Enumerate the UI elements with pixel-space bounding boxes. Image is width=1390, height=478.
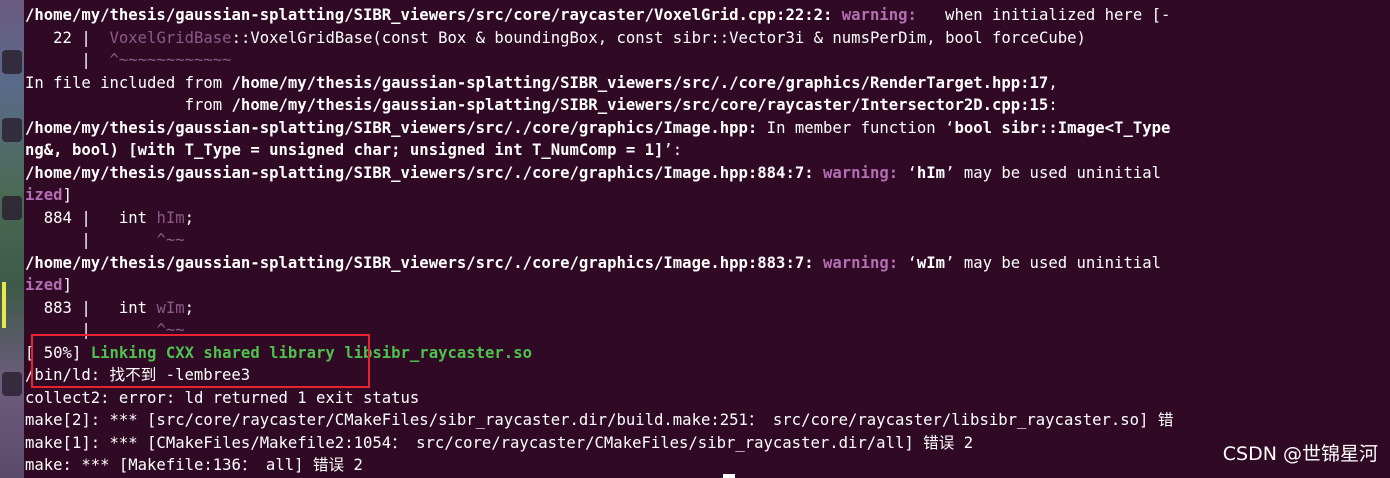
- terminal-text-segment: make: *** [Makefile:136: [25, 456, 241, 474]
- terminal-line: 883 | int wIm;: [25, 297, 194, 319]
- terminal-text-segment: ^~~~~~~~~~~~~: [109, 51, 232, 69]
- terminal-line: /home/my/thesis/gaussian-splatting/SIBR_…: [25, 162, 1161, 184]
- terminal-text-segment: from: [25, 96, 232, 114]
- terminal-text-segment: 884 | int: [25, 208, 157, 227]
- terminal-text-segment: /home/my/thesis/gaussian-splatting/SIBR_…: [231, 96, 1049, 114]
- terminal-text-segment: ::VoxelGridBase(const Box & boundingBox,…: [231, 28, 1086, 47]
- terminal-text-segment: when initialized here [-: [916, 6, 1171, 24]
- terminal-text-segment: ]: [62, 186, 72, 204]
- terminal-text-segment: 883 | int: [25, 298, 157, 317]
- terminal-text-segment: ,: [1048, 73, 1058, 92]
- terminal-text-segment: ’:: [663, 141, 683, 159]
- terminal-text-segment: ’ may be used uninitial: [945, 163, 1161, 182]
- terminal-line: ized]: [25, 274, 72, 296]
- terminal-text-segment: |: [25, 51, 110, 69]
- terminal-line: ized]: [25, 184, 72, 206]
- terminal-text-segment: ：: [240, 456, 257, 474]
- terminal-line: /home/my/thesis/gaussian-splatting/SIBR_…: [25, 252, 1161, 274]
- watermark: CSDN @世锦星河: [1216, 440, 1384, 468]
- terminal-text-segment: hIm: [916, 163, 946, 182]
- terminal-line: | ^~~~~~~~~~~~~: [25, 49, 232, 71]
- terminal-line: from /home/my/thesis/gaussian-splatting/…: [25, 94, 1058, 116]
- terminal-text-segment: ：: [747, 411, 764, 429]
- terminal-text-segment: ized: [25, 186, 63, 204]
- terminal-text-segment: /home/my/thesis/gaussian-splatting/SIBR_…: [25, 118, 758, 137]
- terminal-text-segment: :: [1048, 96, 1058, 114]
- terminal-text-segment: src/core/raycaster/libsibr_raycaster.so]: [763, 411, 1158, 429]
- terminal-text-segment: collect2: error: ld returned 1 exit stat…: [25, 388, 420, 407]
- terminal-text-segment: make[2]: *** [src/core/raycaster/CMakeFi…: [25, 411, 748, 429]
- terminal-text-segment: ’ may be used uninitial: [945, 253, 1161, 272]
- terminal-text-segment: /home/my/thesis/gaussian-splatting/SIBR_…: [25, 253, 823, 272]
- terminal-output[interactable]: /home/my/thesis/gaussian-splatting/SIBR_…: [25, 0, 1390, 478]
- terminal-text-segment: warning:: [823, 163, 899, 182]
- terminal-text-segment: In member function ‘: [757, 118, 955, 137]
- terminal-text-segment: ;: [184, 208, 194, 227]
- terminal-text-segment: /home/my/thesis/gaussian-splatting/SIBR_…: [25, 163, 823, 182]
- terminal-text-segment: VoxelGridBase: [109, 28, 232, 47]
- terminal-line: /home/my/thesis/gaussian-splatting/SIBR_…: [25, 117, 1170, 139]
- terminal-text-segment: 22 |: [25, 28, 110, 47]
- terminal-text-segment: ]: [62, 276, 72, 294]
- terminal-line: 22 | VoxelGridBase::VoxelGridBase(const …: [25, 27, 1086, 49]
- terminal-text-segment: warning:: [823, 253, 899, 272]
- terminal-text-segment: ;: [184, 298, 194, 317]
- terminal-line: make: *** [Makefile:136： all] 错误 2: [25, 454, 363, 476]
- terminal-text-segment: 错误: [312, 456, 345, 474]
- terminal-text-segment: ‘: [898, 163, 917, 182]
- dock-app-icon[interactable]: [2, 196, 22, 220]
- terminal-line: 884 | int hIm;: [25, 207, 194, 229]
- error-highlight-box: [31, 334, 370, 388]
- terminal-text-segment: src/core/raycaster/CMakeFiles/sibr_rayca…: [406, 433, 924, 452]
- terminal-text-segment: wIm: [916, 253, 946, 272]
- terminal-text-segment: /home/my/thesis/gaussian-splatting/SIBR_…: [25, 6, 842, 24]
- terminal-text-segment: make[1]: *** [CMakeFiles/Makefile2:1054: [25, 433, 392, 452]
- dock-app-icon[interactable]: [2, 118, 22, 142]
- dock-app-icon[interactable]: [2, 372, 22, 396]
- terminal-text-segment: hIm: [156, 208, 185, 227]
- terminal-text-segment: all]: [256, 456, 313, 474]
- terminal-text-segment: 错误: [923, 433, 955, 452]
- terminal-text-segment: In file included from: [25, 73, 232, 92]
- terminal-text-segment: ng&, bool) [with T_Type = unsigned char;…: [25, 141, 664, 159]
- terminal-text-segment: 错: [1157, 411, 1174, 429]
- dock-app-icon[interactable]: [2, 50, 22, 74]
- terminal-text-segment: ^~~: [156, 231, 185, 249]
- terminal-text-segment: ‘: [898, 253, 917, 272]
- terminal-text-segment: wIm: [156, 298, 185, 317]
- terminal-line: /home/my/thesis/gaussian-splatting/SIBR_…: [25, 4, 1170, 26]
- terminal-line: collect2: error: ld returned 1 exit stat…: [25, 387, 419, 409]
- terminal-text-segment: warning:: [841, 6, 917, 24]
- terminal-text-segment: ized: [25, 276, 63, 294]
- terminal-line: ng&, bool) [with T_Type = unsigned char;…: [25, 139, 682, 161]
- terminal-text-segment: 2: [954, 433, 974, 452]
- terminal-text-segment: ：: [391, 433, 407, 452]
- dock-active-indicator: [2, 282, 6, 328]
- terminal-line: | ^~~: [25, 229, 185, 251]
- app-dock: [0, 0, 24, 478]
- terminal-text-segment: |: [25, 231, 157, 249]
- terminal-line: In file included from /home/my/thesis/ga…: [25, 72, 1058, 94]
- terminal-line: make[2]: *** [src/core/raycaster/CMakeFi…: [25, 409, 1173, 431]
- text-cursor: [723, 474, 735, 478]
- terminal-text-segment: 2: [344, 456, 363, 474]
- terminal-line: make[1]: *** [CMakeFiles/Makefile2:1054：…: [25, 432, 973, 454]
- terminal-text-segment: bool sibr::Image<T_Type: [954, 118, 1171, 137]
- terminal-text-segment: /home/my/thesis/gaussian-splatting/SIBR_…: [231, 73, 1049, 92]
